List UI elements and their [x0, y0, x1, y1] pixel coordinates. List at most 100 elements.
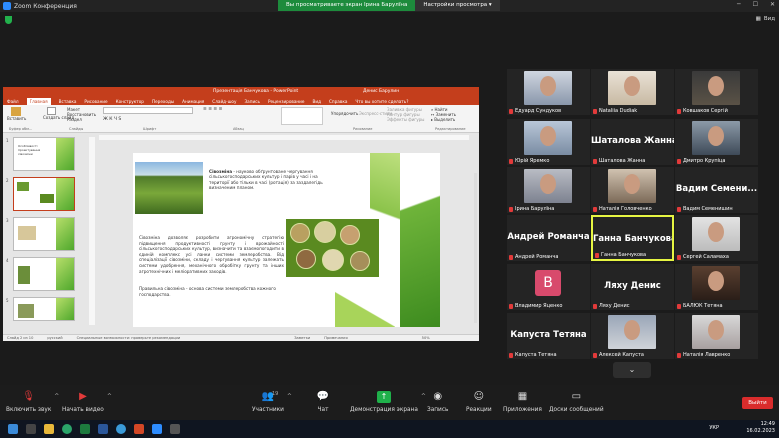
word-icon[interactable] [98, 424, 108, 434]
microphone-muted-icon [509, 303, 513, 309]
whiteboards-button[interactable]: ▭ Доски сообщений [549, 391, 604, 413]
zoom-level[interactable]: 50% [422, 336, 430, 340]
comments-button[interactable]: Примечания [324, 336, 347, 340]
chevron-up-icon[interactable]: ^ [107, 393, 112, 400]
participant-face [624, 76, 640, 96]
record-button[interactable]: ◉ Запись [427, 391, 448, 413]
apps-icon: ▦ [517, 391, 528, 402]
view-button[interactable]: ▦ Вид [756, 16, 775, 22]
slide-options: Макет Восстановить Раздел [67, 107, 96, 122]
chevron-up-icon[interactable]: ^ [54, 393, 59, 400]
microphone-muted-icon [593, 108, 597, 114]
menu-file[interactable]: Файл [7, 99, 19, 104]
participant-tile[interactable]: Андрей Романча Андрей Романча [507, 215, 590, 261]
font-select[interactable] [103, 107, 193, 114]
apps-button[interactable]: ▦ Приложения [503, 391, 542, 413]
menu-design[interactable]: Конструктор [116, 99, 144, 104]
security-shield-icon[interactable] [5, 16, 12, 24]
menu-transitions[interactable]: Переходы [152, 99, 174, 104]
slide-canvas[interactable]: Сівозміна - науково обґрунтоване чергува… [133, 153, 440, 327]
slide-thumbnail[interactable]: 5 [6, 297, 75, 321]
file-explorer-icon[interactable] [44, 424, 54, 434]
minimize-icon[interactable]: ─ [737, 1, 741, 8]
edge-icon[interactable] [116, 424, 126, 434]
close-icon[interactable]: ✕ [770, 1, 775, 8]
slide-thumbnail[interactable]: 4 [6, 257, 75, 291]
participant-tile[interactable]: Сергей Саламаха [675, 215, 758, 261]
participant-tile[interactable]: Ляху Денис Ляху Денис [591, 264, 674, 310]
vertical-scrollbar[interactable] [474, 173, 477, 323]
participant-tile[interactable]: Едуард Сундуков [507, 69, 590, 115]
participant-tile[interactable]: Капуста Тетяна Капуста Тетяна [507, 313, 590, 359]
participant-tile[interactable]: Nataliia Dudiak [591, 69, 674, 115]
slide-definition-text[interactable]: Сівозміна - науково обґрунтоване чергува… [209, 169, 339, 190]
menu-record[interactable]: Запись [244, 99, 259, 104]
leave-button[interactable]: Выйти [742, 397, 773, 409]
slide-body-text[interactable]: Сівозміна дозволяє розробити агрономічну… [139, 235, 284, 274]
participant-tile[interactable]: Ганна Банчукова Ганна Банчукова [591, 215, 674, 261]
app-icon[interactable] [170, 424, 180, 434]
font-format-buttons[interactable]: Ж К Ч S [103, 117, 121, 122]
thumbnail-number: 2 [6, 178, 9, 183]
menu-home[interactable]: Главная [26, 97, 51, 105]
task-view-icon[interactable] [26, 424, 36, 434]
slide-conclusion-text[interactable]: Правильна сівозміна - основа системи зем… [139, 286, 284, 297]
participant-tile[interactable]: B Владимир Яценко [507, 264, 590, 310]
paste-button[interactable]: Вставить [7, 107, 26, 121]
chat-button[interactable]: 💬 Чат [316, 391, 330, 413]
section-button[interactable]: Раздел [67, 117, 96, 122]
seeds-image[interactable] [286, 219, 379, 277]
participant-tile[interactable]: Ковшаков Сергій [675, 69, 758, 115]
zoom-app-icon[interactable] [152, 424, 162, 434]
shape-effects-button[interactable]: Эффекты фигуры [387, 117, 424, 122]
menu-insert[interactable]: Вставка [59, 99, 77, 104]
participant-tile[interactable]: Шаталова Жанна Шаталова Жанна [591, 119, 674, 165]
windows-start-icon[interactable] [8, 424, 18, 434]
select-button[interactable]: ▸ Выделить [431, 117, 456, 122]
keyboard-language[interactable]: УКР [709, 425, 719, 431]
participant-tile[interactable]: БАЛЮК Тетяна [675, 264, 758, 310]
participant-tile[interactable]: Алексей Капуста [591, 313, 674, 359]
excel-icon[interactable] [80, 424, 90, 434]
menu-animations[interactable]: Анимация [182, 99, 204, 104]
unmute-button[interactable]: 🎙 Включить звук ^ [6, 391, 59, 413]
shared-powerpoint-window[interactable]: Презентація Банчукова - PowerPoint Денис… [3, 87, 479, 341]
maximize-icon[interactable]: ☐ [753, 1, 758, 8]
powerpoint-icon[interactable] [134, 424, 144, 434]
shapes-gallery[interactable] [281, 107, 323, 125]
language-indicator[interactable]: русский [47, 336, 62, 340]
menu-draw[interactable]: Рисование [84, 99, 107, 104]
start-video-button[interactable]: ▶ Начать видео ^ [62, 391, 112, 413]
accessibility-check[interactable]: Специальные возможности: проверьте реком… [77, 336, 181, 340]
participant-tile[interactable]: Ірина Барулїна [507, 167, 590, 213]
participant-tile[interactable]: Юрій Яремко [507, 119, 590, 165]
chevron-down-icon[interactable]: ⌄ [613, 362, 651, 378]
cornfield-image[interactable] [135, 162, 203, 214]
participant-tile[interactable]: Наталія Головченко [591, 167, 674, 213]
menu-slideshow[interactable]: Слайд-шоу [212, 99, 236, 104]
participant-tile[interactable]: Дмитро Крупіца [675, 119, 758, 165]
menu-view[interactable]: Вид [312, 99, 321, 104]
share-screen-button[interactable]: ↑ Демонстрация экрана ^ [350, 391, 426, 413]
slide-thumbnail[interactable]: 1 Особливості проектування сівозміни [6, 137, 75, 171]
view-settings-button[interactable]: Настройки просмотра ▾ [415, 0, 500, 11]
chrome-icon[interactable] [62, 424, 72, 434]
system-clock[interactable]: 12:49 16.02.2023 [746, 421, 775, 435]
participant-name-label: Ірина Барулїна [509, 206, 554, 212]
slide-thumbnail[interactable]: 3 [6, 217, 75, 251]
reactions-button[interactable]: ☺ Реакции [466, 391, 492, 413]
arrange-button[interactable]: Упорядочить [331, 111, 358, 116]
menu-tell-me[interactable]: Что вы хотите сделать? [355, 99, 408, 104]
participant-tile[interactable]: Наталія Лавренко [675, 313, 758, 359]
slide-thumbnail-selected[interactable]: 2 [6, 177, 75, 211]
menu-help[interactable]: Справка [329, 99, 347, 104]
chevron-up-icon[interactable]: ^ [287, 393, 292, 400]
participant-tile[interactable]: Вадим Семени... Вадим Семенишин [675, 167, 758, 213]
microphone-muted-icon [595, 252, 599, 258]
menu-review[interactable]: Рецензирование [268, 99, 305, 104]
participants-button[interactable]: 👥 19 Участники ^ [252, 391, 292, 413]
notes-button[interactable]: Заметки [294, 336, 310, 340]
paragraph-buttons[interactable]: ≡ ≡ ≡ ≡ [203, 107, 222, 112]
chevron-up-icon[interactable]: ^ [421, 393, 426, 400]
video-label: Начать видео [62, 407, 104, 413]
